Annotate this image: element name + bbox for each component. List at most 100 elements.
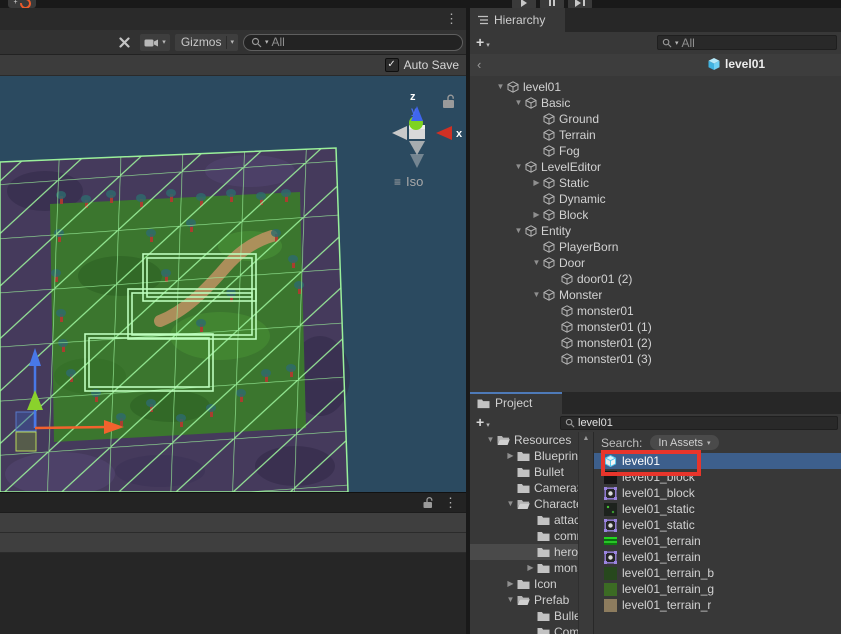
project-folder-row[interactable]: ▼ Prefab [470, 592, 578, 608]
hierarchy-row[interactable]: ▼ level01 [470, 79, 841, 95]
tab-project[interactable]: Project [470, 392, 562, 414]
hierarchy-row[interactable]: ▶ Static [470, 175, 841, 191]
hierarchy-row[interactable]: monster01 (3) [470, 351, 841, 367]
project-folder-row[interactable]: Bullet [470, 608, 578, 624]
project-folder-row[interactable]: ▼ Characte [470, 496, 578, 512]
scroll-up-arrow[interactable]: ▲ [583, 435, 590, 634]
step-icon [575, 0, 581, 7]
chevron-down-icon: ▾ [162, 38, 166, 46]
topbar-button[interactable]: + [8, 0, 36, 8]
asset-name: level01_terrain_r [622, 598, 711, 612]
project-folder-tree: ▼ Resources ▶ [470, 432, 578, 634]
project-folder-row[interactable]: ▼ Resources [470, 432, 578, 448]
project-result-row[interactable]: level01_terrain_r [594, 597, 841, 613]
expand-arrow[interactable]: ▶ [524, 560, 537, 576]
hierarchy-row[interactable]: Dynamic [470, 191, 841, 207]
gameobject-cube-icon [525, 161, 537, 173]
project-result-row[interactable]: level01_block [594, 485, 841, 501]
expand-arrow[interactable]: ▼ [512, 159, 525, 175]
row-label: monster01 (2) [577, 336, 652, 350]
scene-camera-button[interactable]: ▾ [140, 34, 170, 51]
hierarchy-row[interactable]: ▼ Entity [470, 223, 841, 239]
panel-menu-icon[interactable]: ⋮ [444, 496, 457, 509]
hierarchy-row[interactable]: ▼ LevelEditor [470, 159, 841, 175]
gizmos-label: Gizmos [179, 35, 224, 49]
tab-hierarchy[interactable]: Hierarchy [470, 8, 565, 32]
create-object-button[interactable]: + ▾ [476, 34, 490, 50]
row-label: attack [554, 513, 578, 527]
asset-icon [604, 455, 617, 468]
hierarchy-row[interactable]: Terrain [470, 127, 841, 143]
lock-open-icon[interactable] [422, 496, 434, 509]
project-folder-row[interactable]: CameraS [470, 480, 578, 496]
hierarchy-row[interactable]: ▼ Door [470, 255, 841, 271]
back-arrow[interactable]: ‹ [477, 57, 481, 72]
plus-icon: + [13, 0, 17, 6]
project-result-row[interactable]: level01 [594, 453, 841, 469]
hierarchy-row[interactable]: PlayerBorn [470, 239, 841, 255]
tree-scrollbar[interactable]: ▲ [578, 432, 594, 634]
scene-viewport[interactable]: z y x ≡ Iso [0, 76, 466, 492]
hierarchy-row[interactable]: Ground [470, 111, 841, 127]
project-result-row[interactable]: level01_static [594, 517, 841, 533]
gameobject-cube-icon [543, 241, 555, 253]
row-label: Icon [534, 577, 557, 591]
project-result-row[interactable]: level01_terrain [594, 533, 841, 549]
project-folder-row[interactable]: ▶ monst [470, 560, 578, 576]
hierarchy-row[interactable]: Fog [470, 143, 841, 159]
gameobject-cube-icon [543, 257, 555, 269]
hierarchy-row[interactable]: ▼ Basic [470, 95, 841, 111]
gameobject-cube-icon [561, 321, 573, 333]
project-folder-row[interactable]: ▶ Blueprint [470, 448, 578, 464]
asset-name: level01_block [622, 470, 695, 484]
expand-arrow[interactable]: ▶ [530, 175, 543, 191]
panel-menu-icon[interactable]: ⋮ [445, 12, 458, 25]
project-result-row[interactable]: level01_terrain_b [594, 565, 841, 581]
project-folder-row[interactable]: attack [470, 512, 578, 528]
asset-name: level01_terrain [622, 550, 701, 564]
search-icon [565, 418, 575, 428]
project-result-row[interactable]: level01_block [594, 469, 841, 485]
project-result-row[interactable]: level01_terrain [594, 549, 841, 565]
expand-arrow[interactable]: ▼ [484, 432, 497, 448]
tools-button[interactable] [114, 34, 135, 51]
expand-arrow[interactable]: ▼ [512, 223, 525, 239]
expand-arrow[interactable]: ▼ [504, 592, 517, 608]
project-result-row[interactable]: level01_terrain_g [594, 581, 841, 597]
expand-arrow[interactable]: ▶ [504, 576, 517, 592]
project-result-row[interactable]: level01_static [594, 501, 841, 517]
expand-arrow[interactable]: ▼ [504, 496, 517, 512]
hierarchy-search-input[interactable]: ▾ All [657, 35, 837, 50]
scene-search-input[interactable]: ▾ All [243, 34, 463, 51]
expand-arrow[interactable]: ▼ [530, 255, 543, 271]
expand-arrow[interactable]: ▼ [512, 95, 525, 111]
project-folder-row[interactable]: Bullet [470, 464, 578, 480]
project-search-input[interactable]: level01 [560, 416, 838, 430]
hierarchy-row[interactable]: ▶ Block [470, 207, 841, 223]
hierarchy-row[interactable]: door01 (2) [470, 271, 841, 287]
hierarchy-row[interactable]: monster01 (2) [470, 335, 841, 351]
prefab-title[interactable]: level01 [707, 57, 765, 71]
auto-save-checkbox[interactable]: ✓ [385, 58, 399, 72]
folder-icon [537, 627, 550, 634]
search-scope-dropdown[interactable]: In Assets ▾ [650, 435, 718, 450]
search-results-list: level01 [594, 453, 841, 613]
gameobject-cube-icon [561, 337, 573, 349]
search-icon [251, 37, 262, 48]
gizmos-dropdown[interactable]: Gizmos ▾ [175, 34, 238, 51]
project-folder-row[interactable]: comm [470, 528, 578, 544]
hierarchy-row[interactable]: monster01 [470, 303, 841, 319]
project-folder-row[interactable]: hero [470, 544, 578, 560]
hierarchy-row[interactable]: monster01 (1) [470, 319, 841, 335]
expand-arrow[interactable]: ▶ [504, 448, 517, 464]
search-placeholder: All [682, 36, 695, 50]
expand-arrow[interactable]: ▶ [530, 207, 543, 223]
project-folder-row[interactable]: ▶ Icon [470, 576, 578, 592]
expand-arrow[interactable]: ▼ [494, 79, 507, 95]
expand-arrow[interactable]: ▼ [530, 287, 543, 303]
hierarchy-row[interactable]: ▼ Monster [470, 287, 841, 303]
create-asset-button[interactable]: + ▾ [476, 414, 490, 430]
folder-icon [477, 398, 490, 409]
chevron-down-icon: ▾ [230, 38, 234, 46]
project-folder-row[interactable]: Comm [470, 624, 578, 634]
